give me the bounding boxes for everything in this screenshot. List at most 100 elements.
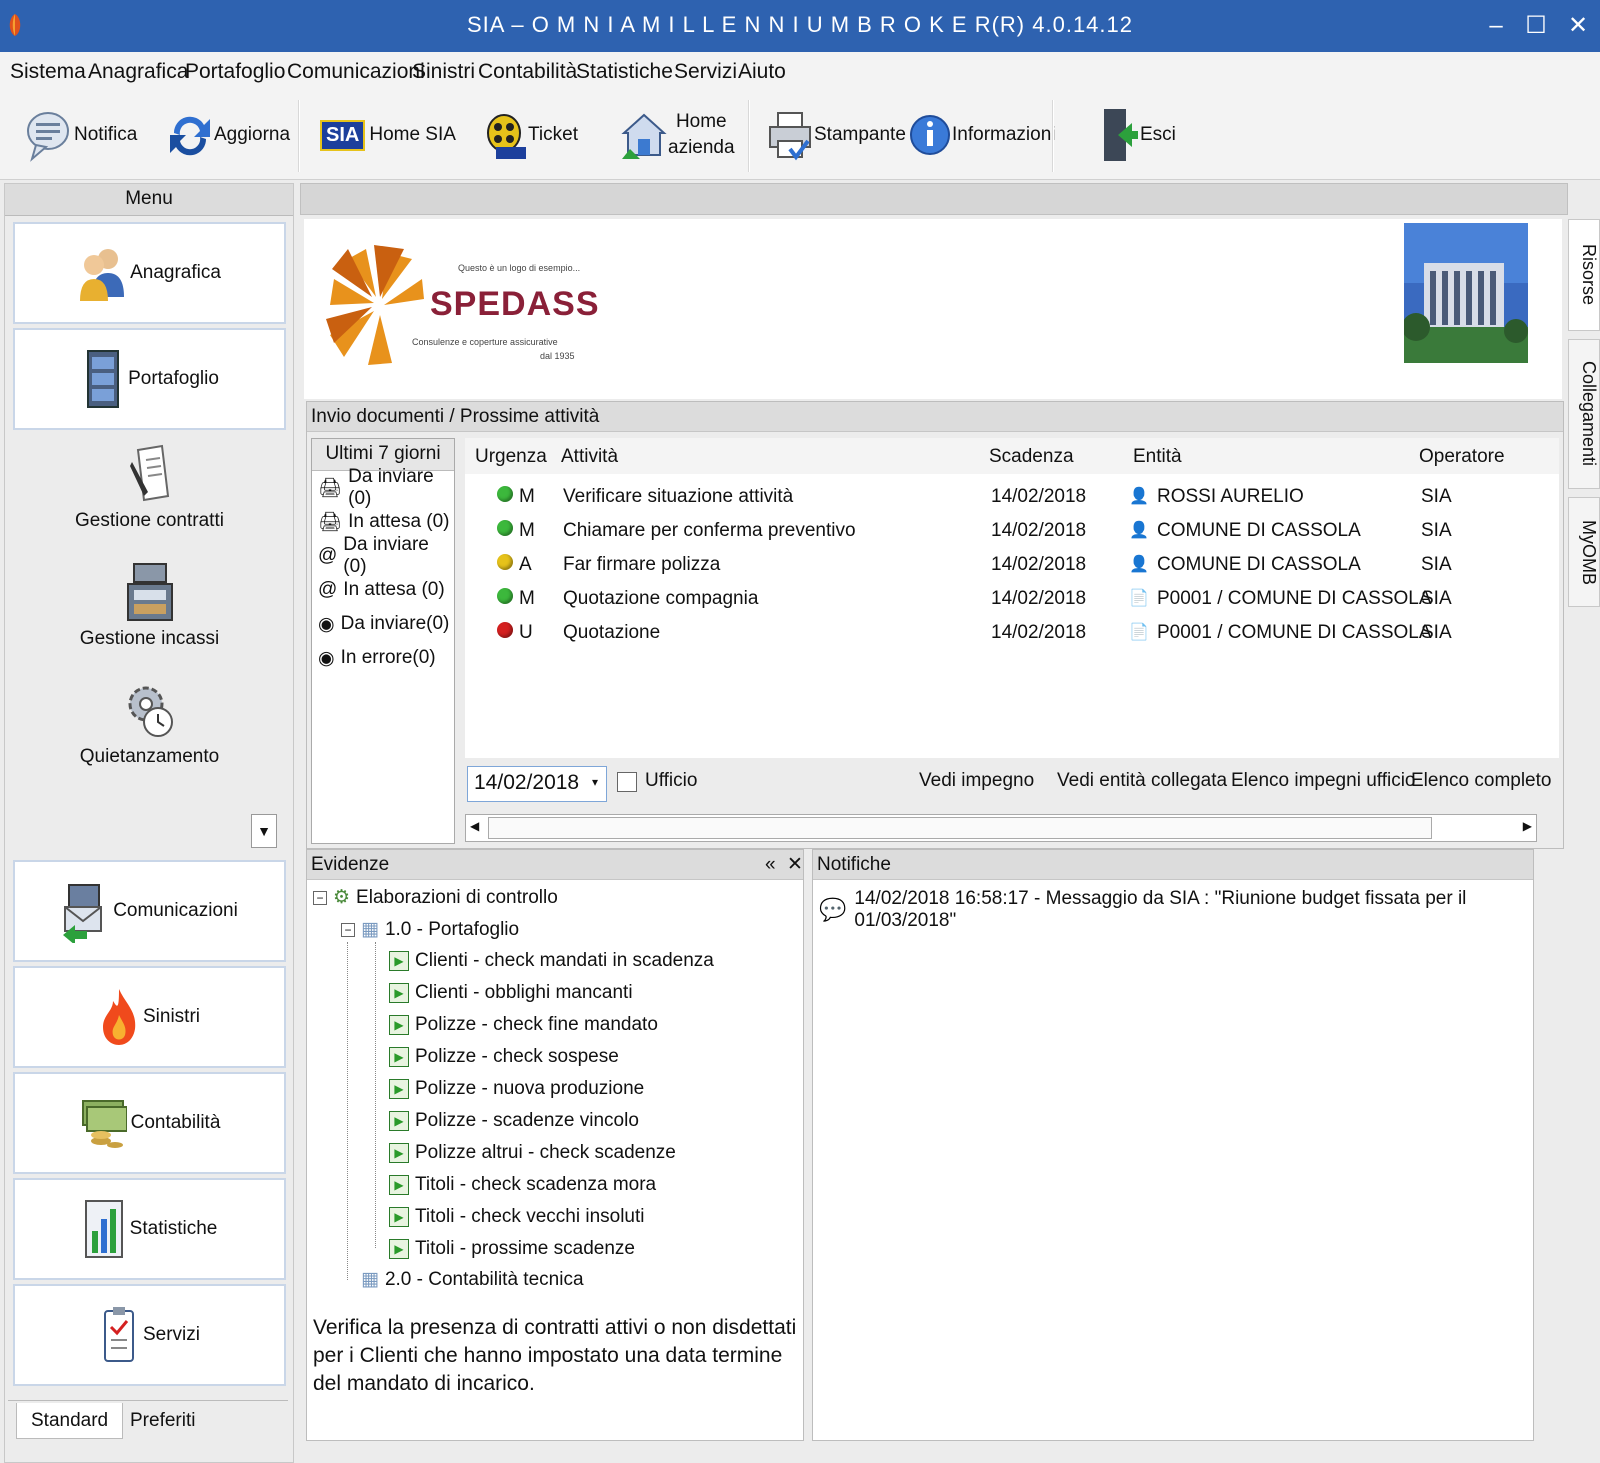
tab-myomb[interactable]: MyOMB — [1568, 497, 1600, 607]
collapse-box-icon[interactable]: − — [341, 922, 355, 937]
toolbar: Notifica Aggiorna SIA Home SIA Ticket Ho… — [0, 92, 1600, 180]
main-area: Questo è un logo di esempio... SPEDASS C… — [300, 183, 1600, 1463]
tree-root[interactable]: − ⚙ Elaborazioni di controllo — [313, 886, 558, 909]
tree-group[interactable]: − ▦ 1.0 - Portafoglio — [341, 918, 519, 941]
stampante-label: Stampante — [814, 124, 906, 145]
operator-text: SIA — [1421, 486, 1452, 507]
vedi-entita-collegata-link[interactable]: Vedi entità collegata — [1057, 770, 1227, 792]
tree-group-label: 2.0 - Contabilità tecnica — [384, 1268, 584, 1290]
tree-item[interactable]: ▶ Titoli - check scadenza mora — [389, 1174, 656, 1196]
scrollbar-thumb[interactable] — [488, 817, 1432, 839]
tree-item[interactable]: ▶ Clienti - check mandati in scadenza — [389, 950, 714, 972]
close-button[interactable]: ✕ — [1560, 10, 1596, 42]
informazioni-button[interactable]: Informazioni — [908, 98, 1056, 172]
nav-portafoglio[interactable]: Portafoglio — [13, 328, 286, 430]
last7-item[interactable]: @ Da inviare (0) — [312, 534, 454, 577]
last7-label: Da inviare (0) — [348, 466, 434, 509]
last7-item[interactable]: ◉ Da inviare(0) — [312, 607, 454, 641]
communications-icon — [63, 884, 103, 943]
vedi-impegno-link[interactable]: Vedi impegno — [919, 770, 1034, 792]
nav-gestione-contratti[interactable]: Gestione contratti — [13, 442, 286, 532]
tree-item[interactable]: ▶ Titoli - prossime scadenze — [389, 1238, 635, 1260]
table-row[interactable]: A Far firmare polizza 14/02/2018 👤 COMUNE DI… — [465, 548, 1559, 582]
nav-gestione-incassi[interactable]: Gestione incassi — [13, 560, 286, 650]
nav-comunicazioni[interactable]: Comunicazioni — [13, 860, 286, 962]
chevron-down-icon[interactable]: ▼ — [251, 814, 277, 848]
col-operatore[interactable]: Operatore — [1419, 446, 1505, 468]
table-row[interactable]: M Verificare situazione attività 14/02/201… — [465, 480, 1559, 514]
last7-item[interactable]: @ In attesa (0) — [312, 573, 454, 607]
run-check-icon: ▶ — [389, 1239, 409, 1259]
menu-comunicazioni[interactable]: Comunicazioni — [287, 60, 425, 84]
tree-item[interactable]: ▶ Polizze - check fine mandato — [389, 1014, 658, 1036]
last7-item[interactable]: ◉ In errore(0) — [312, 641, 454, 675]
menu-anagrafica[interactable]: Anagrafica — [88, 60, 188, 84]
scroll-left-icon[interactable]: ◀ — [470, 819, 479, 833]
tree-item[interactable]: ▶ Clienti - obblighi mancanti — [389, 982, 633, 1004]
nav-statistiche-label: Statistiche — [129, 1218, 218, 1239]
ticket-button[interactable]: Ticket — [480, 98, 578, 172]
table-icon: ▦ — [361, 919, 379, 940]
close-icon[interactable]: ✕ — [787, 850, 803, 880]
tab-collegamenti[interactable]: Collegamenti — [1568, 339, 1600, 489]
col-urgenza[interactable]: Urgenza — [475, 446, 547, 468]
stampante-button[interactable]: Stampante — [766, 98, 906, 172]
due-date: 14/02/2018 — [991, 520, 1087, 541]
tree-item[interactable]: ▶ Polizze altrui - check scadenze — [389, 1142, 676, 1164]
sia-logo-icon: SIA — [320, 119, 366, 151]
menu-sinistri[interactable]: Sinistri — [412, 60, 475, 84]
aggiorna-button[interactable]: Aggiorna — [166, 98, 290, 172]
ufficio-checkbox[interactable] — [617, 772, 637, 792]
person-icon: 👤 — [1129, 556, 1149, 573]
home-azienda-button[interactable]: Home azienda — [620, 98, 735, 172]
col-entita[interactable]: Entità — [1133, 446, 1182, 468]
tree-group[interactable]: ▦ 2.0 - Contabilità tecnica — [361, 1268, 584, 1291]
tree-item[interactable]: ▶ Polizze - scadenze vincolo — [389, 1110, 639, 1132]
elenco-completo-link[interactable]: Elenco completo — [1411, 770, 1551, 792]
nav-statistiche[interactable]: Statistiche — [13, 1178, 286, 1280]
tab-standard[interactable]: Standard — [16, 1403, 124, 1439]
tree-item[interactable]: ▶ Titoli - check vecchi insoluti — [389, 1206, 644, 1228]
left-menu-panel: Menu Anagrafica Portafoglio Gestione con… — [4, 183, 294, 1463]
last7-item[interactable]: 🖨 Da inviare (0) — [312, 466, 454, 509]
table-row[interactable]: M Quotazione compagnia 14/02/2018 📄 P0001 / … — [465, 582, 1559, 616]
aggiorna-label: Aggiorna — [214, 124, 291, 145]
activities-grid: Urgenza Attività Scadenza Entità Operato… — [465, 438, 1559, 758]
urgency-code: A — [519, 554, 532, 575]
menu-statistiche[interactable]: Statistiche — [576, 60, 673, 84]
nav-anagrafica[interactable]: Anagrafica — [13, 222, 286, 324]
nav-contabilita[interactable]: Contabilità — [13, 1072, 286, 1174]
nav-quietanzamento[interactable]: Quietanzamento — [13, 678, 286, 768]
col-scadenza[interactable]: Scadenza — [989, 446, 1074, 468]
operator-text: SIA — [1421, 520, 1452, 541]
tab-preferiti[interactable]: Preferiti — [116, 1403, 209, 1439]
menu-servizi[interactable]: Servizi — [674, 60, 737, 84]
minimize-button[interactable]: – — [1478, 10, 1514, 42]
collapse-icon[interactable]: « — [765, 850, 776, 880]
scroll-right-icon[interactable]: ▶ — [1523, 819, 1532, 833]
tree-item[interactable]: ▶ Polizze - check sospese — [389, 1046, 619, 1068]
maximize-button[interactable]: ☐ — [1518, 10, 1554, 42]
nav-servizi[interactable]: Servizi — [13, 1284, 286, 1386]
tab-risorse[interactable]: Risorse — [1568, 219, 1600, 331]
menu-sistema[interactable]: Sistema — [10, 60, 86, 84]
notifica-button[interactable]: Notifica — [26, 98, 137, 172]
table-row[interactable]: M Chiamare per conferma preventivo 14/02/2… — [465, 514, 1559, 548]
horizontal-scrollbar[interactable]: ◀ ▶ — [465, 814, 1537, 842]
collapse-box-icon[interactable]: − — [313, 890, 327, 905]
menu-bar: Sistema Anagrafica Portafoglio Comunicaz… — [0, 52, 1600, 92]
nav-quietanzamento-label: Quietanzamento — [79, 746, 220, 767]
nav-sinistri-label: Sinistri — [142, 1006, 200, 1027]
esci-button[interactable]: Esci — [1100, 98, 1176, 172]
menu-contabilita[interactable]: Contabilità — [478, 60, 577, 84]
menu-aiuto[interactable]: Aiuto — [738, 60, 786, 84]
menu-portafoglio[interactable]: Portafoglio — [185, 60, 285, 84]
notification-item[interactable]: 💬 14/02/2018 16:58:17 - Messaggio da SIA… — [819, 888, 1533, 932]
elenco-impegni-ufficio-link[interactable]: Elenco impegni ufficio — [1231, 770, 1415, 792]
table-row[interactable]: U Quotazione 14/02/2018 📄 P0001 / COMUNE DI … — [465, 616, 1559, 650]
col-attivita[interactable]: Attività — [561, 446, 618, 468]
nav-sinistri[interactable]: Sinistri — [13, 966, 286, 1068]
date-picker[interactable]: 14/02/2018 ▾ — [467, 766, 607, 802]
tree-item[interactable]: ▶ Polizze - nuova produzione — [389, 1078, 644, 1100]
home-sia-button[interactable]: SIA Home SIA — [320, 98, 456, 172]
